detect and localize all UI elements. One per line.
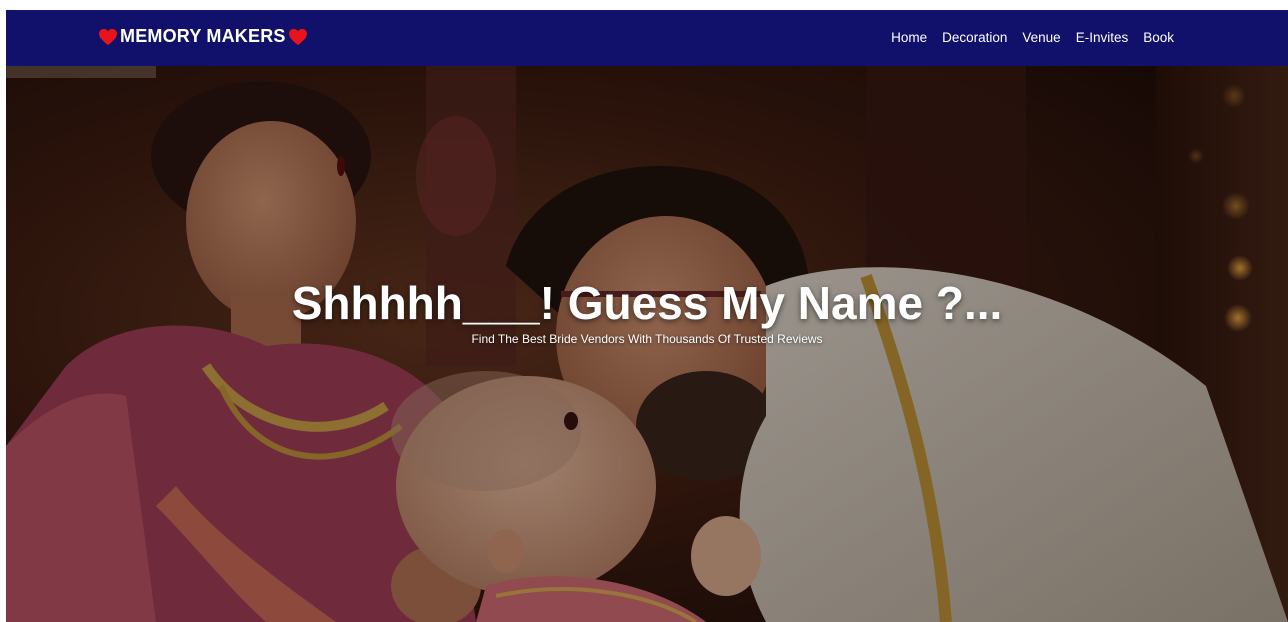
nav-link-e-invites[interactable]: E-Invites bbox=[1076, 30, 1129, 45]
heart-icon bbox=[99, 28, 117, 45]
nav-link-venue[interactable]: Venue bbox=[1022, 30, 1060, 45]
navbar: MEMORY MAKERS Home Decoration Venue E-In… bbox=[6, 10, 1288, 66]
heart-icon bbox=[288, 28, 307, 45]
nav-link-home[interactable]: Home bbox=[891, 30, 927, 45]
nav-menu: Home Decoration Venue E-Invites Book bbox=[891, 30, 1174, 45]
hero-section: Shhhhh___! Guess My Name ?... Find The B… bbox=[6, 66, 1288, 622]
brand-name: MEMORY MAKERS bbox=[120, 26, 286, 46]
nav-link-book[interactable]: Book bbox=[1143, 30, 1174, 45]
brand-logo[interactable]: MEMORY MAKERS bbox=[98, 26, 308, 47]
nav-link-decoration[interactable]: Decoration bbox=[942, 30, 1007, 45]
hero-subtitle: Find The Best Bride Vendors With Thousan… bbox=[471, 332, 823, 346]
page: MEMORY MAKERS Home Decoration Venue E-In… bbox=[6, 10, 1288, 622]
hero-title: Shhhhh___! Guess My Name ?... bbox=[291, 277, 1003, 329]
